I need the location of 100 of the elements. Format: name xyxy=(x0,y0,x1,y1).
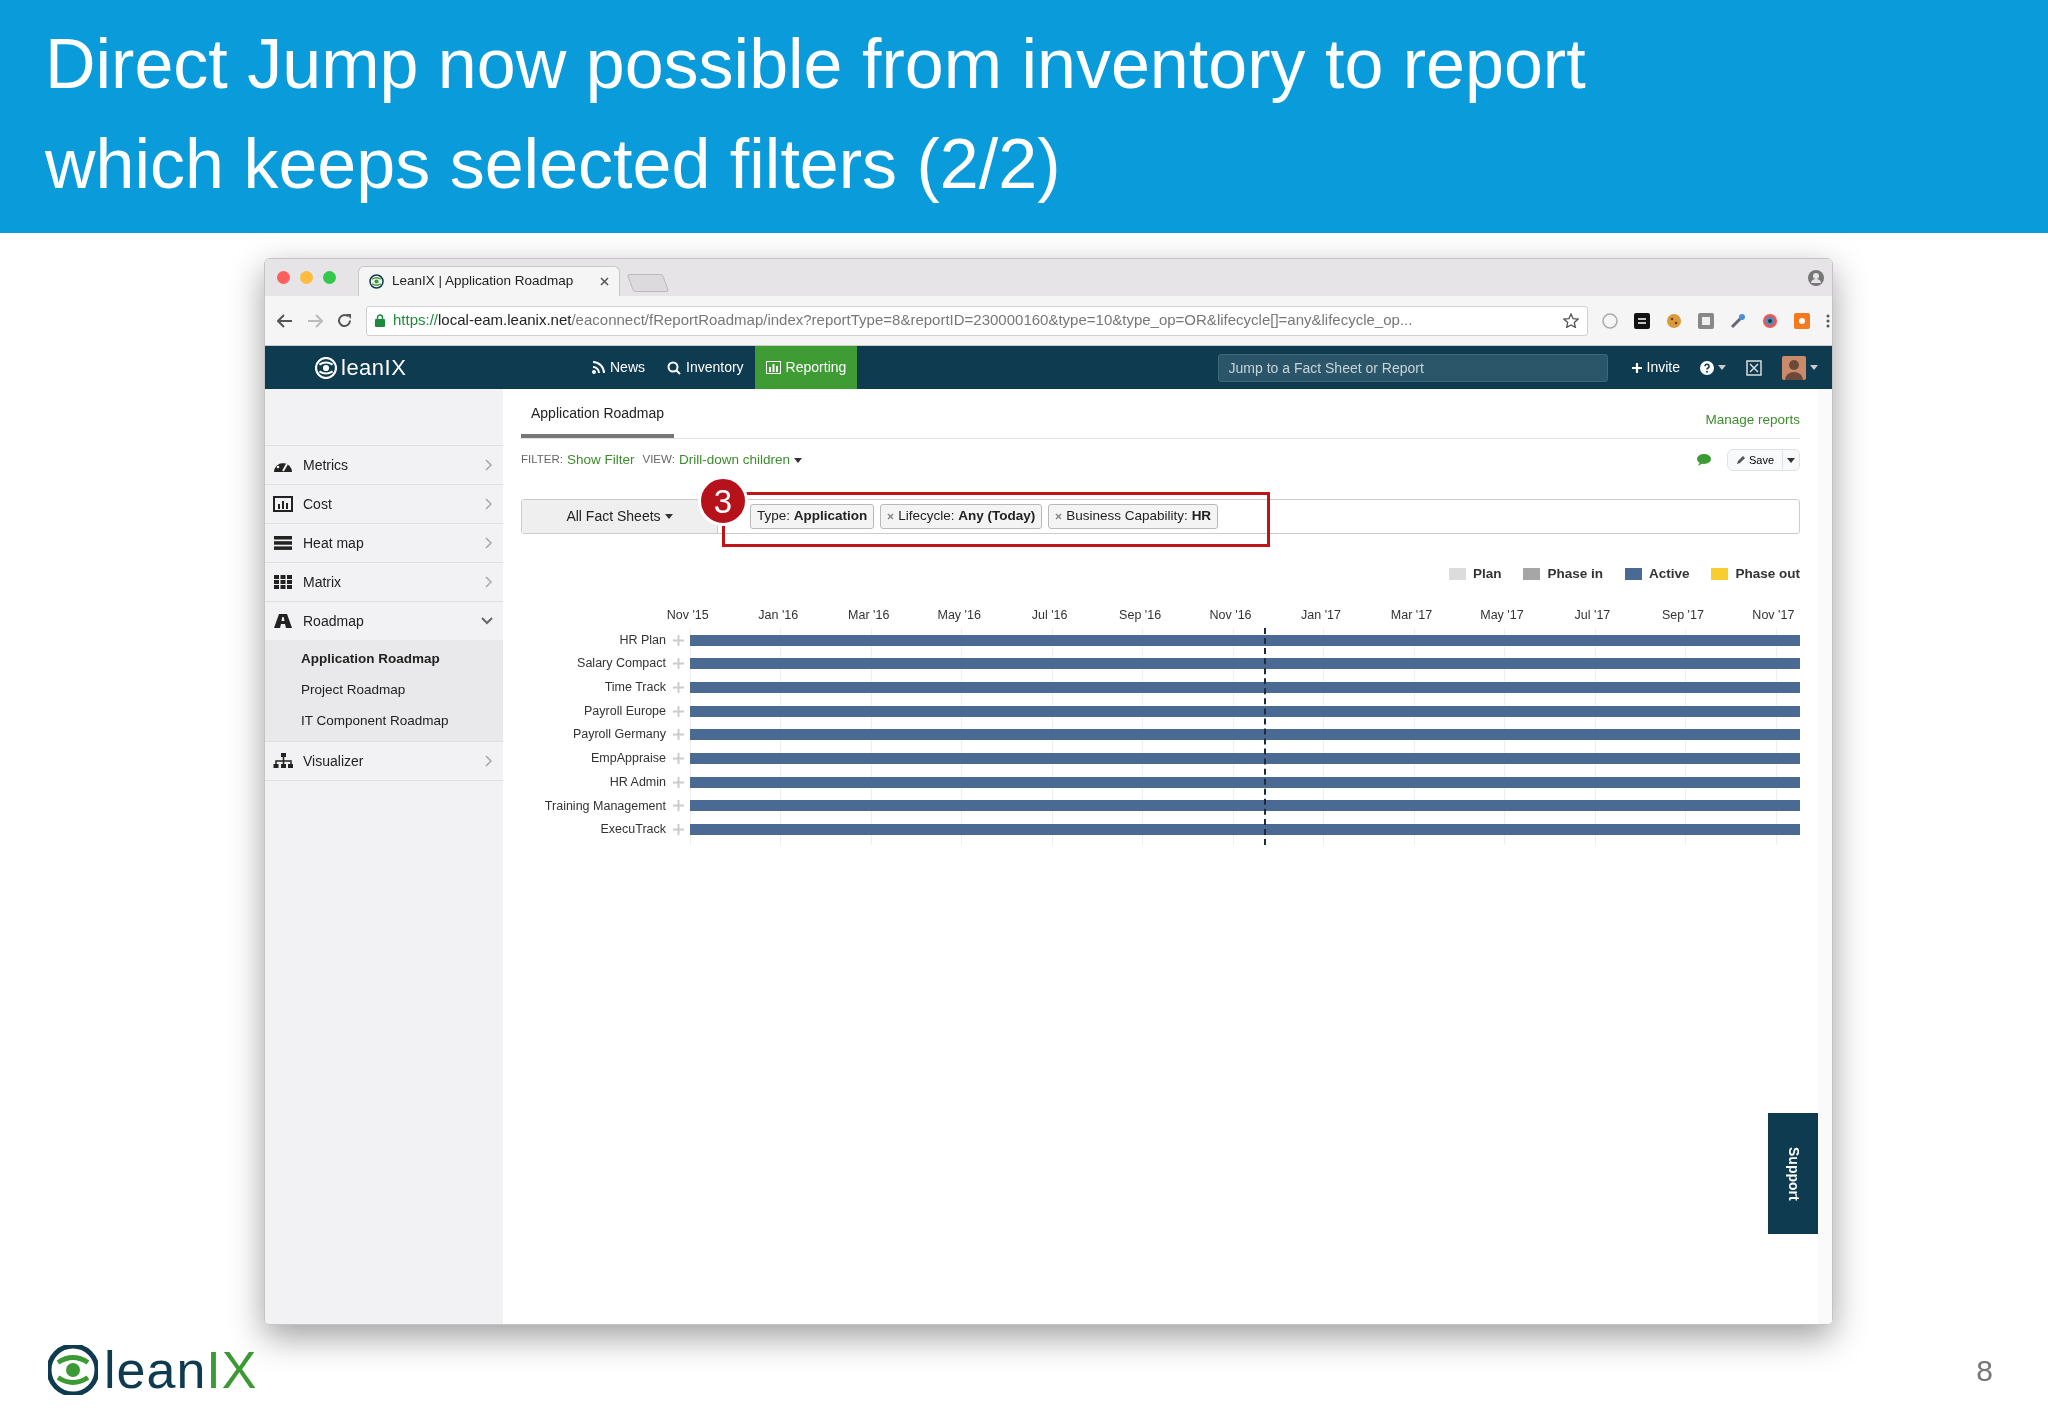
axis-label: Nov '16 xyxy=(1209,607,1252,625)
sidebar-item[interactable]: Visualizer xyxy=(265,741,503,780)
extension-icon[interactable] xyxy=(1762,312,1778,329)
browser-tab[interactable]: LeanIX | Application Roadmap xyxy=(358,266,620,296)
view-label: VIEW: xyxy=(642,452,675,468)
chevron-right-icon xyxy=(485,459,493,471)
timeline-bar[interactable] xyxy=(690,658,1800,670)
axis-label: Nov '15 xyxy=(666,607,709,625)
chevron-right-icon xyxy=(485,576,493,588)
axis-label: Mar '17 xyxy=(1390,607,1433,625)
axis-label: Jan '16 xyxy=(758,607,799,625)
hierarchy-icon xyxy=(273,753,293,769)
help-icon[interactable] xyxy=(1700,360,1714,375)
address-bar[interactable]: https://local-eam.leanix.net/eaconnect/fReportRoadmap/index?reportType=8&reportID=230000160&type=10&type_op=OR&lifecycle[]=any&lifecycle_op... xyxy=(366,305,1588,336)
filter-tag[interactable]: Lifecycle: Any (Today) xyxy=(880,504,1043,529)
plus-icon xyxy=(1631,362,1642,373)
chevron-down-icon xyxy=(481,617,493,625)
chevron-right-icon xyxy=(485,755,493,767)
fullscreen-icon[interactable] xyxy=(1746,359,1762,376)
chevron-right-icon xyxy=(485,537,493,549)
bar-chart-icon xyxy=(765,361,781,374)
logo-icon xyxy=(315,356,337,379)
row-label: Time Track xyxy=(603,679,666,697)
site-icon xyxy=(369,274,384,289)
slide-title: Direct Jump now possible from inventory to report which keeps selected filters (2/2) xyxy=(45,24,1586,205)
legend-item: Phase out xyxy=(1711,564,1800,585)
search-icon xyxy=(667,360,681,375)
logo-text: leanIX xyxy=(341,354,407,382)
remove-icon[interactable] xyxy=(1055,513,1063,520)
timeline-bar[interactable] xyxy=(690,800,1800,812)
logo-text: leanIX xyxy=(104,1340,258,1401)
save-menu-button[interactable] xyxy=(1782,449,1800,471)
sidebar-subitem[interactable]: Project Roadmap xyxy=(265,675,503,706)
road-icon xyxy=(273,613,293,629)
filter-tag[interactable]: Business Capability: HR xyxy=(1048,504,1219,529)
report-tab[interactable]: Application Roadmap xyxy=(521,389,675,438)
logo-icon xyxy=(48,1345,98,1395)
reload-icon[interactable] xyxy=(337,313,352,328)
legend-item: Phase in xyxy=(1523,564,1603,585)
nav-tab[interactable]: Inventory xyxy=(656,346,755,389)
filter-label: FILTER: xyxy=(521,452,563,468)
manage-reports-link[interactable]: Manage reports xyxy=(1705,409,1800,430)
row-label: Payroll Europe xyxy=(583,702,666,720)
grid-icon xyxy=(273,574,293,590)
caret-icon xyxy=(1810,365,1818,370)
legend-item: Active xyxy=(1624,564,1690,585)
chevron-right-icon xyxy=(485,498,493,510)
invite-link[interactable]: Invite xyxy=(1631,357,1680,378)
timeline-bar[interactable] xyxy=(690,776,1800,788)
timeline-bar[interactable] xyxy=(690,634,1800,646)
row-label: Payroll Germany xyxy=(571,726,666,744)
show-filter-link[interactable]: Show Filter xyxy=(566,449,635,471)
row-label: ExecuTrack xyxy=(599,821,666,839)
row-label: Salary Compact xyxy=(576,655,666,673)
star-icon[interactable] xyxy=(1563,313,1579,328)
search-field[interactable]: Jump to a Fact Sheet or Report xyxy=(1217,353,1608,382)
filter-tag[interactable]: Type: Application xyxy=(750,504,875,529)
back-arrow-icon[interactable] xyxy=(277,313,293,328)
nav-tab[interactable]: News xyxy=(581,346,656,389)
step-number: 3 xyxy=(698,476,748,526)
timeline-bar[interactable] xyxy=(690,681,1800,693)
axis-label: Mar '16 xyxy=(848,607,890,625)
timeline-bar[interactable] xyxy=(690,729,1800,741)
sidebar-subitem[interactable]: IT Component Roadmap xyxy=(265,706,503,737)
row-label: HR Plan xyxy=(618,631,666,649)
save-button[interactable]: Save xyxy=(1726,449,1783,471)
extension-icon[interactable] xyxy=(1634,312,1650,329)
axis-label: May '16 xyxy=(937,607,981,625)
close-icon[interactable] xyxy=(600,277,609,286)
axis-label: Sep '16 xyxy=(1119,607,1162,625)
axis-label: May '17 xyxy=(1480,607,1524,625)
row-label: Training Management xyxy=(543,797,666,815)
row-label: EmpAppraise xyxy=(589,750,666,768)
avatar-icon[interactable] xyxy=(1782,355,1806,380)
sidebar-item[interactable]: Metrics xyxy=(265,445,503,484)
sidebar-item[interactable]: Matrix xyxy=(265,562,503,601)
caret-icon xyxy=(1718,365,1726,370)
sidebar-subitem[interactable]: Application Roadmap xyxy=(265,644,503,675)
cookie-icon[interactable] xyxy=(1666,312,1682,329)
user-icon[interactable] xyxy=(1808,269,1824,286)
sidebar-item[interactable]: Heat map xyxy=(265,523,503,562)
caret-icon xyxy=(1787,457,1795,463)
row-label: HR Admin xyxy=(608,773,666,791)
rss-icon xyxy=(592,361,605,374)
axis-label: Jan '17 xyxy=(1301,607,1341,625)
bar-chart-icon xyxy=(273,496,293,512)
comment-icon[interactable] xyxy=(1696,454,1711,466)
timeline-bar[interactable] xyxy=(690,824,1800,836)
list-icon xyxy=(273,535,293,551)
sidebar-item[interactable]: Cost xyxy=(265,484,503,523)
remove-icon[interactable] xyxy=(887,513,895,520)
view-dropdown[interactable]: Drill-down children xyxy=(678,449,802,471)
timeline-bar[interactable] xyxy=(690,705,1800,717)
axis-label: Sep '17 xyxy=(1661,607,1704,625)
timeline-bar[interactable] xyxy=(690,753,1800,765)
close-window-icon[interactable] xyxy=(277,271,290,284)
menu-icon[interactable] xyxy=(1826,313,1830,328)
support-tab[interactable]: Support xyxy=(1768,1113,1818,1234)
pencil-icon xyxy=(1735,455,1745,465)
axis-label: Jul '17 xyxy=(1574,607,1611,625)
